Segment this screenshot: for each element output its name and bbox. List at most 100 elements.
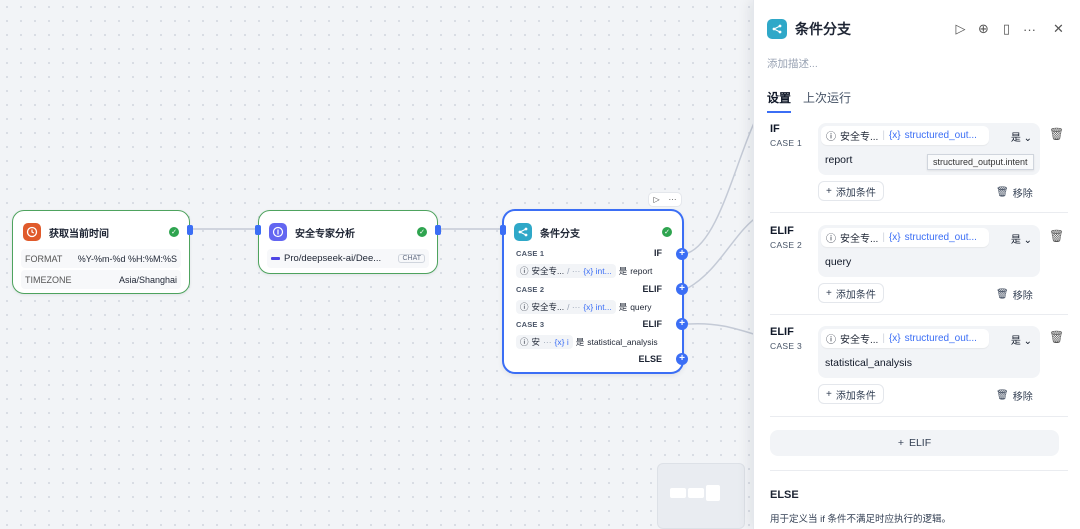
else-description: 用于定义当 if 条件不满足时应执行的逻辑。 <box>770 514 952 525</box>
node-get-current-time[interactable]: 获取当前时间 ✓ FORMAT %Y-%m-%d %H:%M:%S TIMEZON… <box>12 210 193 294</box>
variable-selector[interactable]: ⓘ 安全专... | {x} structured_out... <box>821 228 989 247</box>
workflow-canvas[interactable]: 获取当前时间 ✓ FORMAT %Y-%m-%d %H:%M:%S TIMEZON… <box>0 0 760 529</box>
remove-button[interactable]: 🗑 移除 <box>996 287 1033 302</box>
properties-panel: 条件分支 ▷ ⊕ ▯ ··· ✕ 添加描述... 设置 上次运行 IF CASE… <box>753 0 1080 529</box>
condition-source: 安全专... <box>531 302 565 312</box>
condition-value: query <box>630 302 652 312</box>
param-value: %Y-%m-%d %H:%M:%S <box>77 253 177 264</box>
add-branch-handle-if[interactable]: + <box>676 248 688 260</box>
param-key: FORMAT <box>25 253 63 264</box>
case-label: CASE 3 <box>516 319 545 329</box>
node-condition-branch[interactable]: 条件分支 ✓ CASE 1 IF ⓘ 安全专... / ··· {x} int... … <box>500 210 688 373</box>
condition-operator: 是 <box>618 302 628 312</box>
remove-label: 移除 <box>1012 189 1033 200</box>
param-key: TIMEZONE <box>25 274 72 285</box>
add-branch-handle-else[interactable]: + <box>676 353 688 365</box>
variable-icon: {x} <box>888 333 901 344</box>
divider <box>770 314 1068 315</box>
add-branch-handle-elif-2[interactable]: + <box>676 318 688 330</box>
remove-label: 移除 <box>1012 291 1033 302</box>
book-icon[interactable]: ▯ <box>995 21 1018 37</box>
run-icon[interactable]: ▷ <box>949 21 972 37</box>
case-keyword: ELIF <box>770 225 794 237</box>
remove-label: 移除 <box>1012 392 1033 403</box>
description-input[interactable]: 添加描述... <box>767 56 818 71</box>
tab-last-run[interactable]: 上次运行 <box>803 89 851 113</box>
more-icon[interactable]: ··· <box>1018 22 1041 37</box>
trash-icon: 🗑 <box>996 289 1009 300</box>
trash-icon[interactable]: 🗑 <box>1049 229 1064 243</box>
node-security-expert[interactable]: 安全专家分析 ✓ Pro/deepseek-ai/Dee... CHAT <box>255 210 441 274</box>
plus-icon: + <box>826 388 832 400</box>
operator-select[interactable]: 是 ⌄ <box>1011 332 1032 347</box>
info-icon: ⓘ <box>520 337 529 347</box>
success-check-icon: ✓ <box>662 227 672 237</box>
case-keyword: ELIF <box>642 284 663 294</box>
value-input[interactable]: statistical_analysis <box>825 357 912 369</box>
condition-box: ⓘ 安全专... | {x} structured_out... 是 ⌄ que… <box>818 225 1040 277</box>
trash-icon[interactable]: 🗑 <box>1049 330 1064 344</box>
minimap[interactable] <box>657 463 745 529</box>
else-keyword: ELSE <box>770 489 799 501</box>
output-port[interactable] <box>187 225 193 235</box>
condition-variable: {x} int... <box>583 302 612 312</box>
clock-icon <box>23 223 41 241</box>
success-check-icon: ✓ <box>169 227 179 237</box>
divider <box>770 470 1068 471</box>
condition-box: ⓘ 安全专... | {x} structured_out... 是 ⌄ sta… <box>818 326 1040 378</box>
condition-variable: {x} int... <box>583 266 612 276</box>
trash-icon[interactable]: 🗑 <box>1049 127 1064 141</box>
case-block-2: ELIF CASE 2 ⓘ 安全专... | {x} structured_ou… <box>770 225 1068 315</box>
variable-source: 安全专... <box>840 234 879 245</box>
close-icon[interactable]: ✕ <box>1047 21 1070 37</box>
info-icon: ⓘ <box>826 335 836 346</box>
play-icon[interactable]: ▷ <box>653 195 659 204</box>
condition-variable: {x} i <box>554 337 569 347</box>
add-condition-button[interactable]: + 添加条件 <box>818 283 884 303</box>
case-condition: ⓘ 安全专... / ··· {x} int... 是 report <box>516 263 670 279</box>
chevron-down-icon: ⌄ <box>1023 133 1032 144</box>
case-keyword: IF <box>770 123 780 135</box>
add-condition-button[interactable]: + 添加条件 <box>818 181 884 201</box>
chevron-down-icon: ⌄ <box>1023 336 1032 347</box>
case-condition: ⓘ 安全专... / ··· {x} int... 是 query <box>516 299 670 315</box>
tab-settings[interactable]: 设置 <box>767 89 792 113</box>
variable-name: structured_out... <box>904 130 977 141</box>
variable-selector[interactable]: ⓘ 安全专... | {x} structured_out... <box>821 329 989 348</box>
model-row: Pro/deepseek-ai/Dee... CHAT <box>267 249 429 268</box>
chevron-down-icon: ⌄ <box>1023 235 1032 246</box>
operator-select[interactable]: 是 ⌄ <box>1011 231 1032 246</box>
output-port[interactable] <box>435 225 441 235</box>
more-icon[interactable]: ··· <box>669 195 677 204</box>
add-condition-label: 添加条件 <box>835 390 876 402</box>
input-port[interactable] <box>255 225 261 235</box>
remove-button[interactable]: 🗑 移除 <box>996 185 1033 200</box>
case-condition: ⓘ 安 ··· {x} i 是 statistical_analysis <box>516 334 670 350</box>
operator-value: 是 <box>1010 336 1021 347</box>
operator-value: 是 <box>1010 133 1021 144</box>
input-port[interactable] <box>500 225 506 235</box>
add-branch-handle-elif-1[interactable]: + <box>676 283 688 295</box>
operator-value: 是 <box>1010 235 1021 246</box>
remove-button[interactable]: 🗑 移除 <box>996 388 1033 403</box>
value-input[interactable]: report <box>825 154 852 166</box>
add-elif-button[interactable]: + ELIF <box>770 430 1059 456</box>
trash-icon: 🗑 <box>996 390 1009 401</box>
info-icon: ⓘ <box>520 302 529 312</box>
condition-source: 安全专... <box>531 266 565 276</box>
condition-operator: 是 <box>618 266 628 276</box>
branch-icon <box>514 223 532 241</box>
add-condition-button[interactable]: + 添加条件 <box>818 384 884 404</box>
info-icon: ⓘ <box>826 234 836 245</box>
variable-selector[interactable]: ⓘ 安全专... | {x} structured_out... <box>821 126 989 145</box>
case-label: CASE 3 <box>770 341 803 351</box>
case-header: CASE 3 ELIF <box>516 319 670 329</box>
param-row: TIMEZONE Asia/Shanghai <box>21 270 181 289</box>
variable-source: 安全专... <box>840 335 879 346</box>
brain-icon <box>269 223 287 241</box>
crosshair-icon[interactable]: ⊕ <box>972 21 995 37</box>
node-title: 获取当前时间 <box>49 228 109 240</box>
operator-select[interactable]: 是 ⌄ <box>1011 129 1032 144</box>
divider <box>770 416 1068 417</box>
value-input[interactable]: query <box>825 256 851 268</box>
